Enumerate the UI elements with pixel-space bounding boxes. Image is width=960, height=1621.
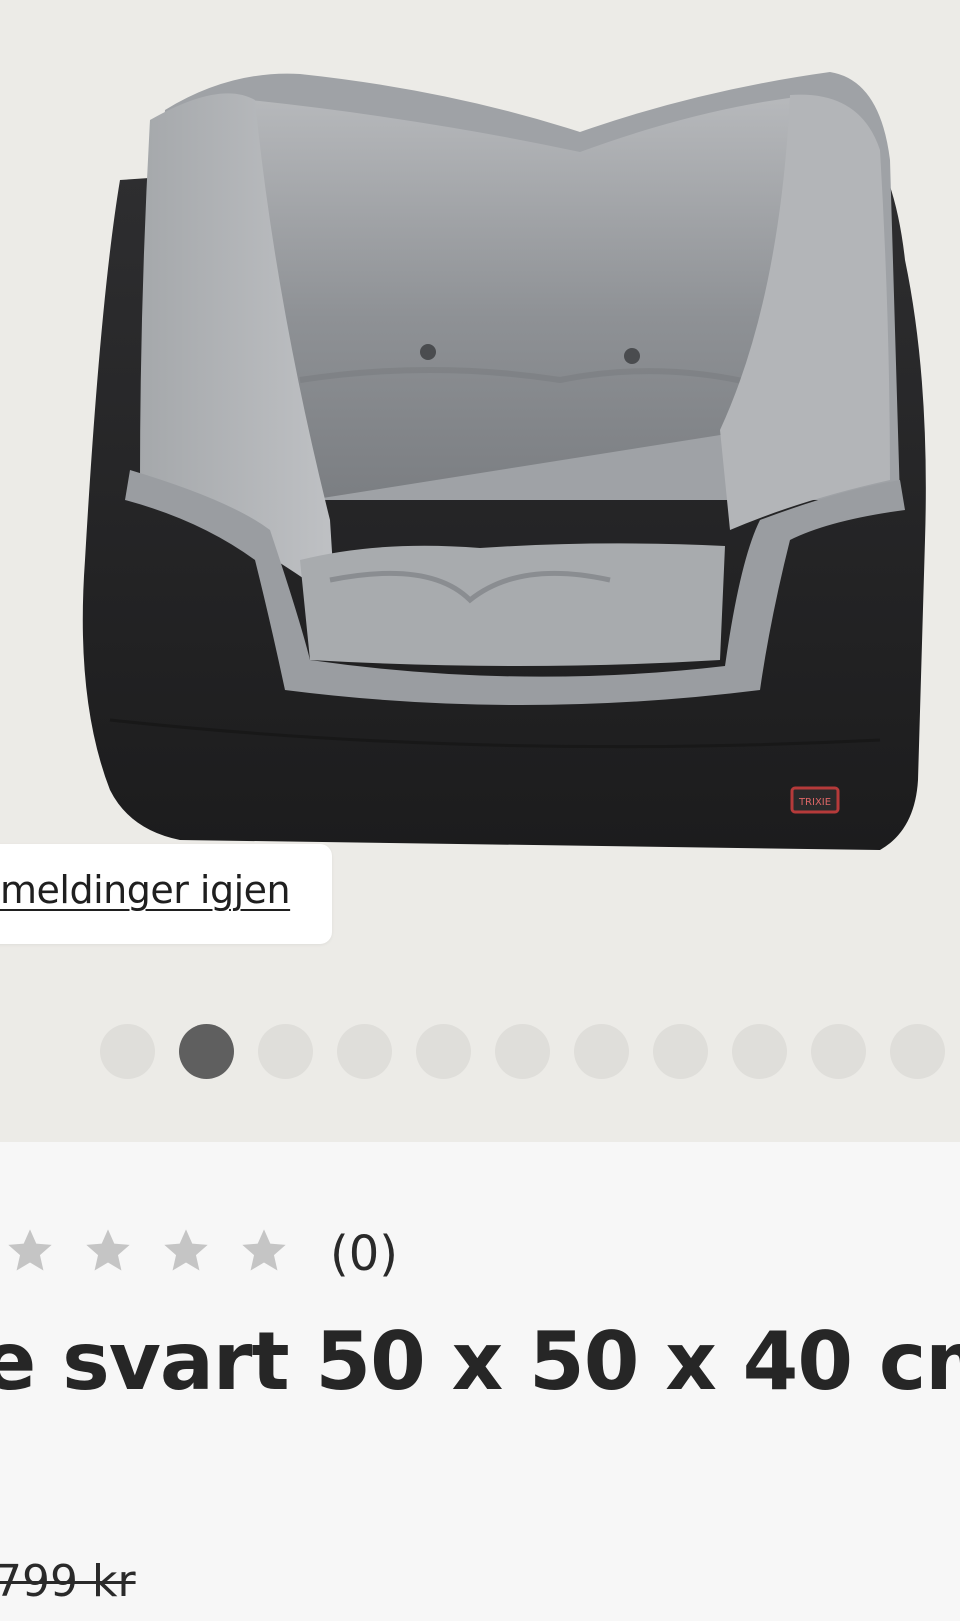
gallery-dot-9[interactable]	[732, 1024, 787, 1079]
star-icon	[86, 1229, 130, 1271]
gallery-dot-7[interactable]	[574, 1024, 629, 1079]
review-count[interactable]: (0)	[330, 1226, 398, 1282]
product-image-gallery[interactable]: TRIXIE meldinger igjen	[0, 0, 960, 1142]
old-price: 799 kr	[0, 1556, 136, 1607]
gallery-dot-3[interactable]	[258, 1024, 313, 1079]
gallery-dot-4[interactable]	[337, 1024, 392, 1079]
gallery-dot-10[interactable]	[811, 1024, 866, 1079]
gallery-dot-1[interactable]	[100, 1024, 155, 1079]
gallery-dot-5[interactable]	[416, 1024, 471, 1079]
gallery-dot-6[interactable]	[495, 1024, 550, 1079]
product-title: e svart 50 x 50 x 40 cm	[0, 1315, 960, 1408]
brand-tag: TRIXIE	[798, 797, 831, 808]
product-image[interactable]: TRIXIE	[0, 0, 960, 900]
star-icon	[8, 1229, 52, 1271]
notification-toast: meldinger igjen	[0, 844, 332, 944]
notification-link[interactable]: meldinger igjen	[0, 868, 291, 912]
gallery-dot-8[interactable]	[653, 1024, 708, 1079]
star-icon	[242, 1229, 286, 1271]
gallery-dot-11[interactable]	[890, 1024, 945, 1079]
star-icon	[164, 1229, 208, 1271]
gallery-dot-2-active[interactable]	[179, 1024, 234, 1079]
